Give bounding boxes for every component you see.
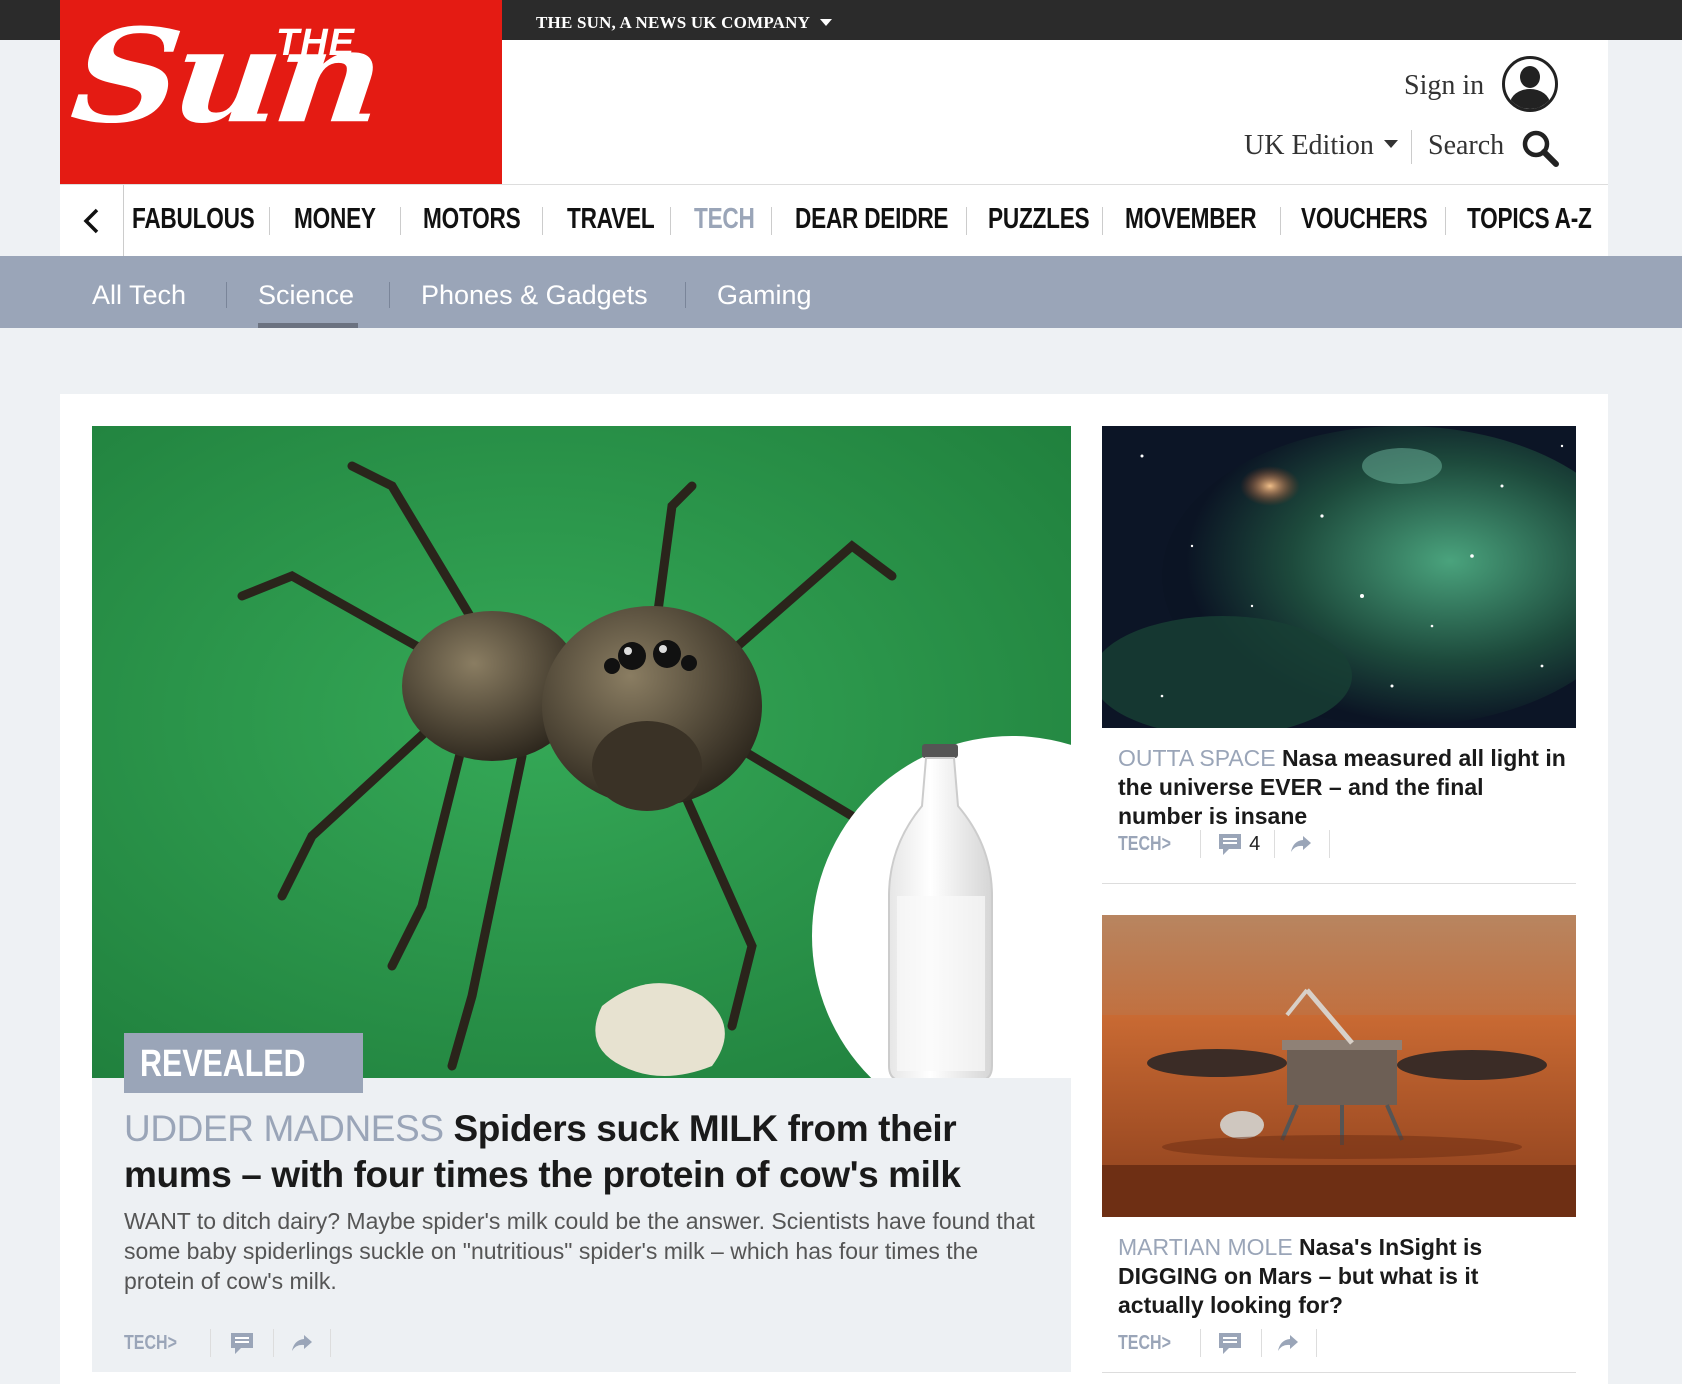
hero-badge: REVEALED <box>124 1033 363 1093</box>
share-icon[interactable] <box>1289 832 1313 856</box>
nav-divider <box>1102 207 1103 235</box>
nav-divider <box>1445 207 1446 235</box>
nav-item-dear-deidre[interactable]: DEAR DEIDRE <box>795 203 949 236</box>
nav-item-topics-a-z[interactable]: TOPICS A-Z <box>1467 203 1592 236</box>
side-headline[interactable]: OUTTA SPACE Nasa measured all light in t… <box>1118 744 1568 831</box>
sub-nav-all-tech[interactable]: All Tech <box>92 280 186 311</box>
hero-kicker: UDDER MADNESS <box>124 1108 444 1149</box>
sub-nav-active-indicator <box>258 323 358 328</box>
meta-divider <box>1329 830 1331 858</box>
space-image[interactable] <box>1102 426 1576 728</box>
meta-divider <box>210 1329 212 1357</box>
article-divider <box>1102 1372 1576 1373</box>
meta-divider <box>1274 830 1276 858</box>
side-article[interactable]: MARTIAN MOLE Nasa's InSight is DIGGING o… <box>1102 915 1576 1373</box>
nav-divider <box>670 207 671 235</box>
spider-illustration <box>92 426 1071 1078</box>
comment-icon[interactable] <box>1217 1330 1243 1356</box>
side-meta: TECH> <box>1118 1325 1318 1361</box>
meta-divider <box>1316 1329 1318 1357</box>
side-tag-link[interactable]: TECH> <box>1118 833 1171 856</box>
sign-in-link[interactable]: Sign in <box>1404 70 1484 102</box>
hero-image[interactable] <box>92 426 1071 1078</box>
main-nav: FABULOUS MONEY MOTORS TRAVEL TECH DEAR D… <box>60 184 1608 257</box>
hero-tag-label: TECH <box>124 1331 168 1354</box>
nav-item-fabulous[interactable]: FABULOUS <box>132 203 255 236</box>
nav-divider <box>1280 207 1281 235</box>
chevron-left-icon <box>83 208 99 234</box>
side-meta: TECH> 4 <box>1118 826 1331 862</box>
nav-divider <box>400 207 401 235</box>
nav-item-puzzles[interactable]: PUZZLES <box>988 203 1090 236</box>
side-kicker: MARTIAN MOLE <box>1118 1234 1293 1260</box>
sub-nav-divider <box>389 282 390 308</box>
comment-icon[interactable] <box>229 1330 255 1356</box>
galaxy-illustration <box>1102 426 1576 728</box>
hero-headline[interactable]: UDDER MADNESS Spiders suck MILK from the… <box>124 1106 1054 1198</box>
caret-down-icon <box>1383 140 1398 148</box>
meta-divider <box>330 1329 332 1357</box>
side-kicker: OUTTA SPACE <box>1118 745 1276 771</box>
meta-divider <box>273 1329 275 1357</box>
chevron-right-icon: > <box>1161 832 1171 855</box>
sub-nav: All Tech Science Phones & Gadgets Gaming <box>0 256 1682 328</box>
hero-tag-link[interactable]: TECH> <box>124 1332 177 1355</box>
nav-divider <box>269 207 270 235</box>
side-headline[interactable]: MARTIAN MOLE Nasa's InSight is DIGGING o… <box>1118 1233 1568 1320</box>
logo-the-text: THE <box>276 22 355 64</box>
company-menu[interactable]: THE SUN, A NEWS UK COMPANY <box>536 13 833 33</box>
nav-divider <box>771 207 772 235</box>
nav-divider <box>542 207 543 235</box>
nav-item-tech[interactable]: TECH <box>694 203 755 236</box>
meta-divider <box>1261 1329 1263 1357</box>
hero-meta: TECH> <box>124 1325 332 1361</box>
edition-label: UK Edition <box>1244 130 1374 161</box>
nav-divider <box>966 207 967 235</box>
nav-back-button[interactable] <box>60 185 124 257</box>
header-divider <box>1411 130 1412 164</box>
article-divider <box>1102 883 1576 884</box>
sub-nav-gaming[interactable]: Gaming <box>717 280 812 311</box>
chevron-right-icon: > <box>167 1331 177 1354</box>
share-icon[interactable] <box>290 1331 314 1355</box>
nav-item-movember[interactable]: MOVEMBER <box>1125 203 1257 236</box>
side-tag-label: TECH <box>1118 1331 1162 1354</box>
share-icon[interactable] <box>1276 1331 1300 1355</box>
side-tag-link[interactable]: TECH> <box>1118 1332 1171 1355</box>
nav-item-travel[interactable]: TRAVEL <box>567 203 655 236</box>
hero-badge-label: REVEALED <box>140 1043 306 1085</box>
side-article[interactable]: OUTTA SPACE Nasa measured all light in t… <box>1102 426 1576 884</box>
caret-down-icon <box>820 19 833 26</box>
sub-nav-science[interactable]: Science <box>258 280 354 311</box>
meta-divider <box>1200 1329 1202 1357</box>
side-tag-label: TECH <box>1118 832 1162 855</box>
mars-lander-illustration <box>1102 915 1576 1217</box>
search-link[interactable]: Search <box>1428 130 1504 162</box>
user-icon[interactable] <box>1502 56 1558 112</box>
nav-item-money[interactable]: MONEY <box>294 203 376 236</box>
meta-divider <box>1200 830 1202 858</box>
sub-nav-phones-gadgets[interactable]: Phones & Gadgets <box>421 280 648 311</box>
company-label: THE SUN, A NEWS UK COMPANY <box>536 13 811 32</box>
search-icon[interactable] <box>1520 128 1560 168</box>
site-logo[interactable]: Sun THE <box>60 0 502 184</box>
edition-selector[interactable]: UK Edition <box>1244 130 1398 162</box>
hero-standfirst: WANT to ditch dairy? Maybe spider's milk… <box>124 1208 1035 1294</box>
nav-item-motors[interactable]: MOTORS <box>423 203 521 236</box>
sub-nav-divider <box>226 282 227 308</box>
comment-icon[interactable] <box>1217 831 1243 857</box>
comment-count: 4 <box>1249 832 1261 855</box>
mars-image[interactable] <box>1102 915 1576 1217</box>
sub-nav-divider <box>685 282 686 308</box>
chevron-right-icon: > <box>1161 1331 1171 1354</box>
nav-item-vouchers[interactable]: VOUCHERS <box>1301 203 1428 236</box>
